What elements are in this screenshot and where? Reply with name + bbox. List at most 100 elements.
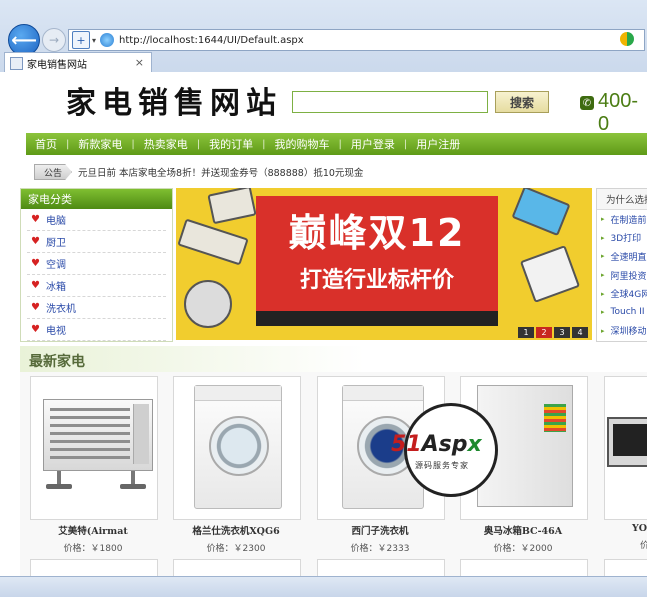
why-item[interactable]: ▸ 全球4G网: [597, 284, 647, 303]
why-panel: 为什么选择 ▸ 在制造前 ▸ 3D打印 ▸ 全速明直 ▸ 阿里投资 ▸ 全球4G网 ▸ To…: [596, 188, 647, 342]
category-label[interactable]: 空调: [46, 256, 66, 271]
product-card[interactable]: 艾美特(Airmat 价格：￥1800: [30, 376, 158, 554]
category-item[interactable]: ♥ 厨卫: [27, 231, 166, 253]
address-bar[interactable]: + ▾ http://localhost:1644/UI/Default.asp…: [68, 29, 645, 51]
triangle-bullet-icon: ▸: [601, 326, 605, 335]
nav-item-register[interactable]: 用户注册: [407, 136, 469, 152]
latest-section-header: 最新家电: [20, 346, 647, 372]
category-label[interactable]: 电视: [46, 322, 66, 337]
banner-phone-image: [207, 188, 257, 225]
compatibility-icon[interactable]: +: [72, 31, 90, 49]
product-card[interactable]: 格兰仕洗衣机XQG6 价格：￥2300: [173, 376, 301, 554]
product-name[interactable]: 格兰仕洗衣机XQG6: [173, 523, 299, 537]
product-image[interactable]: [173, 376, 301, 520]
banner-page-button[interactable]: 1: [518, 327, 534, 338]
triangle-bullet-icon: ▸: [601, 308, 605, 317]
nav-item-home[interactable]: 首页: [26, 136, 66, 152]
triangle-bullet-icon: ▸: [601, 215, 605, 224]
why-label[interactable]: 在制造前: [611, 213, 647, 226]
why-label[interactable]: 3D打印: [611, 231, 642, 244]
category-label[interactable]: 厨卫: [46, 234, 66, 249]
nav-item-cart[interactable]: 我的购物车: [266, 136, 339, 152]
browser-tab[interactable]: 家电销售网站 ×: [4, 52, 152, 73]
latest-section-title: 最新家电: [29, 354, 85, 370]
product-image[interactable]: [604, 376, 647, 520]
why-label[interactable]: 全速明直: [611, 250, 647, 263]
banner-phone-image: [177, 218, 249, 266]
product-price: 价格：￥2300: [206, 544, 266, 554]
search-input[interactable]: [292, 91, 488, 113]
microwave-image: [607, 417, 647, 467]
tab-favicon-icon: [10, 56, 23, 70]
watermark-brand-part: 51: [391, 432, 422, 457]
category-item[interactable]: ♥ 冰箱: [27, 275, 166, 297]
notice-bar: 公告 元旦日前 本店家电全场8折！并送现金券号（888888）抵10元现金: [26, 162, 647, 182]
banner-phone-image: [511, 188, 571, 237]
category-label[interactable]: 电脑: [46, 212, 66, 227]
washer-image: [194, 385, 282, 509]
nav-item-new[interactable]: 新款家电: [69, 136, 131, 152]
watermark-brand-part: Asp: [421, 432, 468, 457]
category-item[interactable]: ♥ 电脑: [27, 209, 166, 231]
nav-item-orders[interactable]: 我的订单: [200, 136, 262, 152]
why-label[interactable]: 全球4G网: [611, 287, 647, 300]
forward-button[interactable]: →: [42, 28, 66, 52]
product-name[interactable]: 西门子洗衣机: [317, 523, 443, 537]
browser-status-bar: [0, 576, 647, 597]
banner-page-button[interactable]: 3: [554, 327, 570, 338]
banner-page-button[interactable]: 4: [572, 327, 588, 338]
product-price: 价: [640, 541, 647, 551]
page-content: 家电销售网站 搜索 ✆ 400-0 首页 | 新款家电 | 热卖家电 | 我的订单 | …: [0, 72, 647, 576]
product-name[interactable]: YO: [604, 523, 647, 534]
banner-page-button[interactable]: 2: [536, 327, 552, 338]
forward-arrow-icon: →: [48, 33, 60, 47]
product-image[interactable]: [30, 376, 158, 520]
triangle-bullet-icon: ▸: [601, 271, 605, 280]
product-name[interactable]: 奥马冰箱BC-46A: [460, 523, 586, 537]
why-label[interactable]: 阿里投资: [611, 269, 647, 282]
category-item[interactable]: ♥ 电视: [27, 319, 166, 341]
why-item[interactable]: ▸ 深圳移动: [597, 322, 647, 341]
search-button[interactable]: 搜索: [495, 91, 549, 113]
tab-close-icon[interactable]: ×: [135, 56, 144, 69]
watermark-logo: 51Aspx 源码服务专家: [391, 403, 498, 497]
why-item[interactable]: ▸ 全速明直: [597, 247, 647, 266]
ie-page-icon: [100, 33, 115, 47]
phone-icon: ✆: [580, 96, 594, 110]
banner-headline: 巅峰双12: [288, 211, 466, 255]
category-item[interactable]: ♥ 空调: [27, 253, 166, 275]
product-price: 价格：￥1800: [63, 544, 123, 554]
product-name[interactable]: 艾美特(Airmat: [30, 523, 156, 537]
why-item[interactable]: ▸ 阿里投资: [597, 266, 647, 285]
product-card-partial[interactable]: [173, 559, 301, 576]
why-item[interactable]: ▸ 在制造前: [597, 210, 647, 229]
notice-badge: 公告: [34, 164, 72, 180]
product-card-partial[interactable]: [30, 559, 158, 576]
nav-item-hot[interactable]: 热卖家电: [135, 136, 197, 152]
chevron-down-icon[interactable]: ▾: [92, 36, 96, 45]
heart-icon: ♥: [31, 214, 40, 225]
why-label[interactable]: 深圳移动: [611, 324, 647, 337]
phone-number: 400-0: [598, 90, 639, 135]
category-title: 家电分类: [21, 189, 172, 209]
category-label[interactable]: 冰箱: [46, 278, 66, 293]
url-text[interactable]: http://localhost:1644/UI/Default.aspx: [119, 35, 304, 46]
heart-icon: ♥: [31, 236, 40, 247]
site-logo[interactable]: 家电销售网站: [66, 78, 282, 122]
why-item[interactable]: ▸ 3D打印: [597, 229, 647, 248]
why-title: 为什么选择: [597, 189, 647, 210]
category-label[interactable]: 洗衣机: [46, 300, 76, 315]
category-item[interactable]: ♥ 洗衣机: [27, 297, 166, 319]
watermark-brand-part: x: [467, 432, 482, 457]
why-item[interactable]: ▸ Touch II: [597, 303, 647, 322]
tab-title: 家电销售网站: [27, 59, 87, 71]
product-card[interactable]: YO 价: [604, 376, 647, 551]
product-card-partial[interactable]: [604, 559, 647, 576]
promo-banner[interactable]: 巅峰双12 打造行业标杆价 1 2 3 4: [176, 188, 592, 340]
product-price: 价格：￥2000: [493, 544, 553, 554]
nav-item-login[interactable]: 用户登录: [342, 136, 404, 152]
why-label[interactable]: Touch II: [611, 307, 645, 317]
product-card-partial[interactable]: [460, 559, 588, 576]
product-card-partial[interactable]: [317, 559, 445, 576]
refresh-icon[interactable]: [620, 32, 634, 46]
